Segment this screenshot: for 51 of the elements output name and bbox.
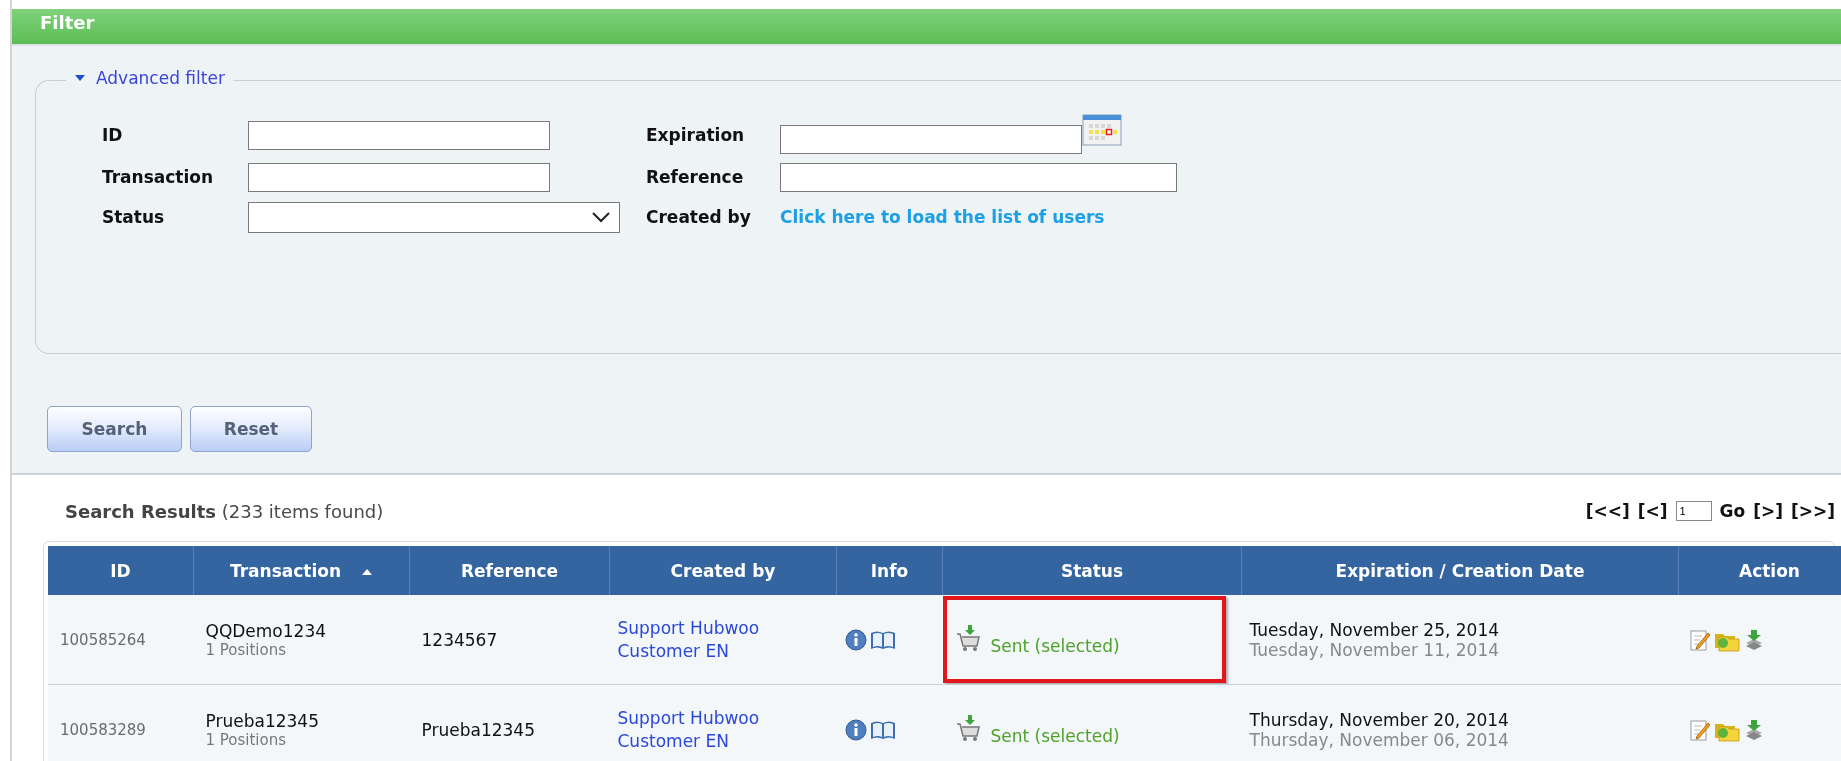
creation-date: Tuesday, November 11, 2014	[1249, 639, 1500, 660]
status-text: Sent (selected)	[990, 725, 1120, 746]
filter-button[interactable]: Search	[47, 406, 182, 452]
column-header[interactable]: Action	[1678, 546, 1841, 595]
column-header[interactable]: Reference	[409, 546, 610, 595]
cart-arrow-icon	[954, 713, 981, 742]
field-label: ID	[102, 125, 124, 145]
cart-arrow-icon	[954, 623, 981, 652]
field-label: Created by	[646, 207, 752, 227]
field-label: Transaction	[102, 167, 215, 187]
input-field[interactable]	[780, 162, 1177, 192]
field-label: Expiration	[646, 125, 746, 145]
column-header[interactable]: Expiration / Creation Date	[1241, 546, 1679, 595]
last-page-link[interactable]: [>>]	[1790, 501, 1835, 521]
input-field[interactable]	[248, 120, 550, 150]
notepad-pencil-icon[interactable]	[1688, 627, 1711, 652]
reference-cell: Prueba12345	[421, 719, 535, 740]
expiration-date: Tuesday, November 25, 2014	[1249, 619, 1500, 640]
field-label: Status	[102, 207, 166, 227]
previous-page-link[interactable]: [<]	[1637, 501, 1668, 521]
reference-cell: 1234567	[421, 629, 498, 650]
calendar-icon	[1082, 114, 1122, 148]
status-text: Sent (selected)	[990, 635, 1120, 656]
field-label: Reference	[646, 167, 745, 187]
positions-count: 1 Positions	[205, 730, 288, 749]
notepad-pencil-icon[interactable]	[1688, 717, 1711, 742]
column-header[interactable]: Created by	[609, 546, 837, 595]
info-icon	[844, 718, 867, 741]
chevron-down-icon	[591, 211, 611, 223]
creation-date: Thursday, November 06, 2014	[1249, 729, 1510, 750]
go-link[interactable]: Go	[1719, 501, 1746, 521]
status-dropdown[interactable]	[248, 201, 620, 233]
expiration-date: Thursday, November 20, 2014	[1249, 709, 1510, 730]
results-heading: Search Results (233 items found)	[65, 500, 384, 522]
next-page-link[interactable]: [>]	[1753, 501, 1783, 521]
column-header[interactable]: ID	[48, 546, 194, 595]
column-header[interactable]: Status	[942, 546, 1242, 595]
id-cell: 100583289	[60, 720, 146, 739]
id-cell: 100585264	[60, 630, 146, 649]
positions-count: 1 Positions	[205, 640, 288, 659]
page-number-field[interactable]: 1	[1675, 501, 1712, 521]
panel-title: Filter	[12, 9, 1841, 44]
transaction-name: QQDemo1234	[205, 620, 328, 641]
column-header[interactable]: Info	[836, 546, 943, 595]
transaction-name: Prueba12345	[205, 710, 320, 731]
column-header[interactable]: Transaction	[193, 546, 410, 595]
input-field[interactable]	[248, 162, 550, 192]
first-page-link[interactable]: [<<]	[1585, 501, 1630, 521]
filter-button[interactable]: Reset	[190, 406, 312, 452]
date-field[interactable]	[780, 124, 1082, 154]
info-icon	[844, 628, 867, 651]
